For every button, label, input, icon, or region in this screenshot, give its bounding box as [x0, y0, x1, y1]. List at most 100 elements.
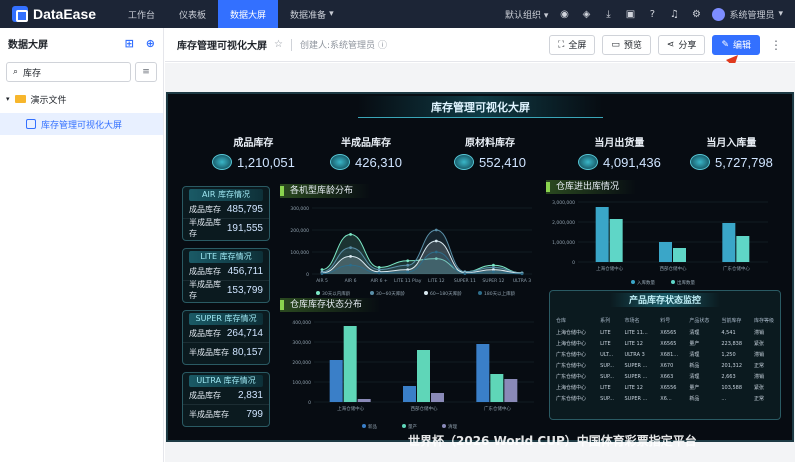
briefcase-icon[interactable]: ▣	[624, 8, 636, 20]
x-tick-label: 上海仓储中心	[337, 405, 364, 412]
copilot-icon[interactable]: ◈	[580, 8, 592, 20]
data-point	[406, 263, 410, 267]
preview-label: 预览	[623, 41, 642, 51]
table-cell: LITE	[600, 384, 611, 391]
settings-icon[interactable]: ⚙	[690, 8, 702, 20]
user-menu[interactable]: 系统管理员 ▾	[712, 7, 783, 21]
nav-dashboard[interactable]: 仪表板	[167, 0, 218, 28]
table-row: 广东仓储中心 SUP... SUPER ... X6... 新品... 正常	[550, 393, 780, 404]
new-folder-icon[interactable]: ⊞	[125, 37, 134, 50]
row-value: 80,157	[232, 346, 263, 358]
table-cell: 4,541	[721, 329, 736, 336]
warehouse-icon	[212, 154, 232, 170]
legend-marker	[370, 291, 374, 295]
x-tick-label: SUPER 11	[454, 278, 476, 284]
preview-button[interactable]: ▭ 预览	[602, 34, 651, 55]
help-icon[interactable]: ?	[646, 8, 658, 20]
kpi-label: 半成品库存	[341, 138, 391, 149]
legend-marker	[671, 280, 675, 284]
row-label: 半成品库存	[189, 409, 229, 419]
app-logo[interactable]: DataEase	[12, 6, 116, 22]
kpi-value: 1,210,051	[237, 154, 295, 170]
share-label: 分享	[678, 41, 697, 51]
age-chart: 300,000 200,000 100,000 0 AIR 5 AIR 6 AIR 6 + L…	[290, 206, 532, 297]
row-value: 153,799	[226, 284, 263, 296]
sidebar-actions: ⊞ ⊕	[125, 37, 155, 50]
table-cell: 滞销	[754, 374, 765, 380]
sidebar-search-row: ⌕ 库存 ≡	[0, 62, 163, 82]
legend-label: 30天以内库龄	[322, 290, 351, 297]
page-header: 库存管理可视化大屏 ☆ 创建人:系统管理员 ⓘ ⛶ 全屏 ▭ 预览 ⋖ 分享 ✎ 编辑 …	[165, 28, 795, 62]
new-screen-icon[interactable]: ⊕	[146, 37, 155, 50]
share-button[interactable]: ⋖ 分享	[657, 34, 706, 55]
data-point	[349, 246, 352, 249]
y-tick-label: 100,000	[292, 380, 311, 386]
data-point	[434, 228, 438, 232]
card-title: SUPER 库存情况	[189, 313, 263, 325]
sidebar-title: 数据大屏	[8, 39, 48, 51]
table-row: 广东仓储中心 SUP... SUPER ... X670 新品 201,312 正常	[550, 360, 780, 371]
panel-title-status: 仓库库存状态分布	[280, 298, 380, 312]
y-tick-label: 200,000	[290, 228, 309, 234]
y-tick-label: 1,000,000	[552, 240, 575, 246]
row-label: 成品库存	[189, 391, 221, 400]
org-selector[interactable]: 默认组织 ▾	[505, 8, 548, 21]
box-icon	[330, 154, 350, 170]
header-actions: ⛶ 全屏 ▭ 预览 ⋖ 分享 ✎ 编辑 ⋮	[549, 34, 785, 55]
nav-workbench[interactable]: 工作台	[116, 0, 167, 28]
table-cell: X6556	[660, 384, 677, 391]
screen-icon	[26, 119, 36, 129]
legend-marker	[478, 291, 482, 295]
nav-data-screen[interactable]: 数据大屏	[218, 0, 279, 28]
table-cell: 正常	[754, 396, 765, 402]
legend-marker	[362, 424, 366, 428]
page-title: 库存管理可视化大屏	[177, 41, 267, 52]
table-cell: 清理	[689, 352, 700, 358]
kpi-value: 552,410	[479, 154, 526, 170]
tree-item-screen[interactable]: 库存管理可视化大屏	[0, 113, 163, 135]
y-tick-label: 2,000,000	[552, 220, 575, 226]
column-header: 系列	[600, 317, 611, 324]
data-point	[520, 272, 524, 276]
table-cell: 广东仓储中心	[556, 352, 587, 358]
tree-folder[interactable]: ▾ 演示文件	[0, 88, 163, 110]
table-cell: 量产	[689, 341, 700, 347]
x-tick-label: 西部仓储中心	[660, 265, 687, 272]
legend-label: 30~60天库龄	[376, 290, 405, 297]
fullscreen-button[interactable]: ⛶ 全屏	[549, 34, 596, 55]
bell-icon[interactable]: ♫	[668, 8, 680, 20]
search-input[interactable]: ⌕ 库存	[6, 62, 131, 82]
star-icon[interactable]: ☆	[274, 39, 283, 50]
legend-marker	[631, 280, 635, 284]
table-row: 上海仓储中心 LITE LITE 12 X6556 量产 103,588 紧张	[550, 382, 780, 393]
table-cell: 上海仓储中心	[556, 341, 587, 347]
logo-icon	[12, 6, 28, 22]
card-row: 成品库存 2,831	[183, 387, 269, 405]
card-title: ULTRA 库存情况	[189, 375, 263, 387]
table-cell: 量产	[689, 385, 700, 391]
bar	[673, 248, 686, 262]
inbound-icon	[690, 154, 710, 170]
legend-label: 新品	[368, 423, 377, 430]
x-tick-label: AIR 6 +	[371, 278, 388, 284]
card-title: AIR 库存情况	[189, 189, 263, 201]
table-cell: 广东仓储中心	[556, 363, 587, 369]
fullscreen-icon: ⛶	[558, 39, 565, 50]
caret-down-icon: ▾	[6, 95, 10, 103]
data-point	[377, 271, 381, 275]
ai-assistant-icon[interactable]: ◉	[558, 8, 570, 20]
table-cell: LITE	[600, 340, 611, 347]
nav-data-prep[interactable]: 数据准备 ▾	[278, 0, 346, 28]
table-cell: 223,838	[721, 340, 743, 347]
sort-button[interactable]: ≡	[135, 62, 157, 82]
kpi-shipped: 当月出货量 4,091,436	[578, 134, 661, 170]
info-icon[interactable]: ⓘ	[378, 38, 387, 51]
more-icon[interactable]: ⋮	[767, 38, 785, 52]
bar	[609, 219, 623, 262]
download-icon[interactable]: ⤓	[602, 8, 614, 20]
y-tick-label: 3,000,000	[552, 200, 575, 206]
folder-icon	[14, 95, 26, 103]
y-tick-label: 200,000	[292, 360, 311, 366]
bar	[736, 236, 750, 262]
kpi-value: 5,727,798	[715, 154, 773, 170]
